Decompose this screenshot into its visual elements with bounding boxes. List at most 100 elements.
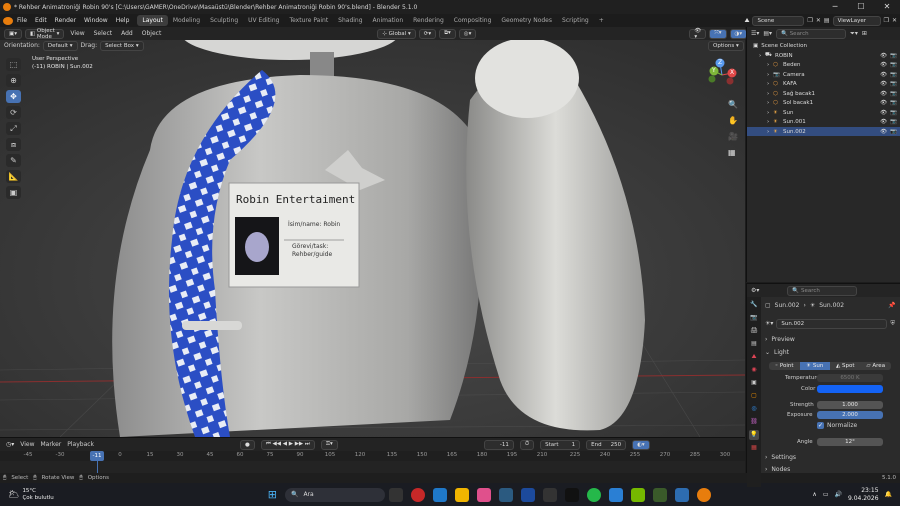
blender-taskbar-icon[interactable]	[696, 487, 711, 502]
menu-help[interactable]: Help	[112, 17, 134, 24]
new-viewlayer-icon[interactable]: ❐	[884, 17, 889, 24]
exposure-field[interactable]: 2.000	[817, 411, 883, 419]
tray-chevron-icon[interactable]: ∧	[812, 491, 816, 498]
opera-icon[interactable]	[410, 487, 425, 502]
collection-tab-icon[interactable]: ▣	[749, 378, 759, 388]
auto-key-toggle[interactable]: ●	[240, 439, 255, 450]
visibility-eye-icon[interactable]: 👁	[880, 110, 887, 116]
render-camera-icon[interactable]: 📷	[890, 129, 897, 135]
light-type-point[interactable]: ◦ Point	[769, 362, 800, 370]
properties-search[interactable]: 🔍 Search	[787, 285, 858, 296]
taskbar-search[interactable]: 🔍 Ara	[284, 487, 385, 502]
add-workspace-button[interactable]: +	[594, 15, 609, 26]
render-camera-icon[interactable]: 📷	[890, 100, 897, 106]
task-view-icon[interactable]	[388, 487, 403, 502]
pin-icon[interactable]: 📌	[888, 302, 895, 309]
volume-icon[interactable]: 🔊	[834, 491, 841, 498]
camera-view-icon[interactable]: 🎥	[728, 129, 738, 145]
edge-icon[interactable]	[432, 487, 447, 502]
output-tab-icon[interactable]: 🖨	[749, 326, 759, 336]
render-camera-icon[interactable]: 📷	[890, 91, 897, 97]
visibility-eye-icon[interactable]: 👁	[880, 72, 887, 78]
timeline-menu-view[interactable]: View	[20, 441, 34, 448]
visibility-eye-icon[interactable]: 👁	[880, 53, 887, 59]
visibility-eye-icon[interactable]: 👁	[880, 62, 887, 68]
timeline-view-toggle[interactable]: ◐▾	[632, 439, 650, 450]
close-window-button[interactable]: ✕	[874, 0, 900, 14]
scene-tab-icon[interactable]: ⛰	[749, 352, 759, 362]
overlay-toggle[interactable]: ◑▾	[729, 28, 748, 39]
tab-rendering[interactable]: Rendering	[408, 15, 449, 26]
weather-icon[interactable]: 🌥	[8, 490, 19, 500]
epic-games-icon[interactable]	[542, 487, 557, 502]
clock-date[interactable]: 9.04.2026	[848, 495, 879, 503]
outliner-editor-icon[interactable]: ☰▾	[751, 30, 759, 37]
settings-section-header[interactable]: › Settings	[765, 454, 796, 461]
outliner-row[interactable]: › ⛟ ROBIN 👁 📷	[747, 51, 900, 60]
zoom-icon[interactable]: 🔍	[728, 97, 738, 113]
render-tab-icon[interactable]: 📷	[749, 313, 759, 323]
drag-selector[interactable]: Select Box ▾	[100, 40, 144, 51]
grid-perspective-icon[interactable]: ▦	[728, 145, 738, 161]
outliner-row[interactable]: › 📷 Camera 👁 📷	[747, 70, 900, 79]
preview-section-header[interactable]: › Preview	[765, 336, 795, 343]
viewlayer-selector[interactable]: ViewLayer	[832, 15, 881, 26]
transform-orientation-selector[interactable]: ⊹ Global ▾	[377, 28, 416, 39]
new-scene-icon[interactable]: ❐	[807, 17, 812, 24]
scene-selector[interactable]: Scene	[752, 15, 805, 26]
pan-hand-icon[interactable]: ✋	[728, 113, 738, 129]
move-tool[interactable]: ✥	[6, 90, 21, 103]
color-swatch[interactable]	[817, 385, 883, 393]
outliner-row[interactable]: › ⬡ KAFA 👁 📷	[747, 80, 900, 89]
world-tab-icon[interactable]: ◉	[749, 365, 759, 375]
tab-geometry-nodes[interactable]: Geometry Nodes	[496, 15, 557, 26]
cursor-tool[interactable]: ⊕	[6, 74, 21, 87]
viewport-menu-select[interactable]: Select	[91, 30, 116, 37]
timeline-editor-type-icon[interactable]: ◷▾	[6, 441, 14, 448]
tab-uv-editing[interactable]: UV Editing	[243, 15, 284, 26]
light-type-spot[interactable]: ◭ Spot	[830, 362, 861, 370]
visibility-eye-icon[interactable]: 👁	[880, 91, 887, 97]
menu-render[interactable]: Render	[51, 17, 80, 24]
viewport-menu-add[interactable]: Add	[118, 30, 136, 37]
file-explorer-icon[interactable]	[454, 487, 469, 502]
outliner-search[interactable]: 🔍 Search	[776, 28, 847, 39]
snap-toggle[interactable]: ⧉▾	[439, 28, 456, 39]
playhead[interactable]: -11	[90, 451, 104, 461]
outliner-row[interactable]: › ⬡ Beden 👁 📷	[747, 61, 900, 70]
options-button[interactable]: Options ▾	[708, 40, 744, 51]
view-layer-tab-icon[interactable]: ▤	[749, 339, 759, 349]
scene-collection-row[interactable]: ▣ Scene Collection	[747, 41, 900, 50]
visibility-eye-icon[interactable]: 👁	[880, 81, 887, 87]
temperature-field[interactable]: 6500 K	[817, 374, 883, 382]
tool-tab-icon[interactable]: 🔧	[749, 300, 759, 310]
rotate-tool[interactable]: ⟳	[6, 106, 21, 119]
viewport-menu-object[interactable]: Object	[139, 30, 165, 37]
light-type-area[interactable]: ▱ Area	[860, 362, 891, 370]
normalize-checkbox[interactable]: ✓	[817, 422, 824, 429]
visibility-eye-icon[interactable]: 👁	[880, 129, 887, 135]
tab-shading[interactable]: Shading	[333, 15, 367, 26]
properties-editor-icon[interactable]: ⚙▾	[751, 287, 759, 294]
delete-scene-icon[interactable]: ✕	[816, 17, 821, 24]
constraints-tab-icon[interactable]: ⛓	[749, 417, 759, 427]
3d-viewport[interactable]: Robin Entertaiment İsim/name: Robin Göre…	[0, 40, 745, 437]
outliner-row[interactable]: › ☀ Sun 👁 📷	[747, 108, 900, 117]
datablock-name-field[interactable]: Sun.002	[776, 318, 888, 329]
light-type-sun[interactable]: ☀ Sun	[799, 362, 830, 370]
tab-modeling[interactable]: Modeling	[168, 15, 205, 26]
tab-layout[interactable]: Layout	[137, 15, 168, 26]
orientation-selector[interactable]: Default ▾	[42, 40, 78, 51]
monitor-icon[interactable]: ▭	[823, 491, 829, 498]
display-mode-icon[interactable]: ▤▾	[763, 30, 772, 37]
tab-texture-paint[interactable]: Texture Paint	[284, 15, 333, 26]
end-frame-field[interactable]: End 250	[586, 439, 627, 450]
filter-icon[interactable]: ⏷▾	[850, 30, 858, 38]
viewport-menu-view[interactable]: View	[67, 30, 87, 37]
object-tab-icon[interactable]: ▢	[749, 391, 759, 401]
nodes-section-header[interactable]: › Nodes	[765, 466, 790, 473]
store-icon[interactable]	[520, 487, 535, 502]
tab-compositing[interactable]: Compositing	[449, 15, 497, 26]
strength-field[interactable]: 1.000	[817, 401, 883, 409]
outliner-row[interactable]: › ⬡ Sol bacak1 👁 📷	[747, 99, 900, 108]
